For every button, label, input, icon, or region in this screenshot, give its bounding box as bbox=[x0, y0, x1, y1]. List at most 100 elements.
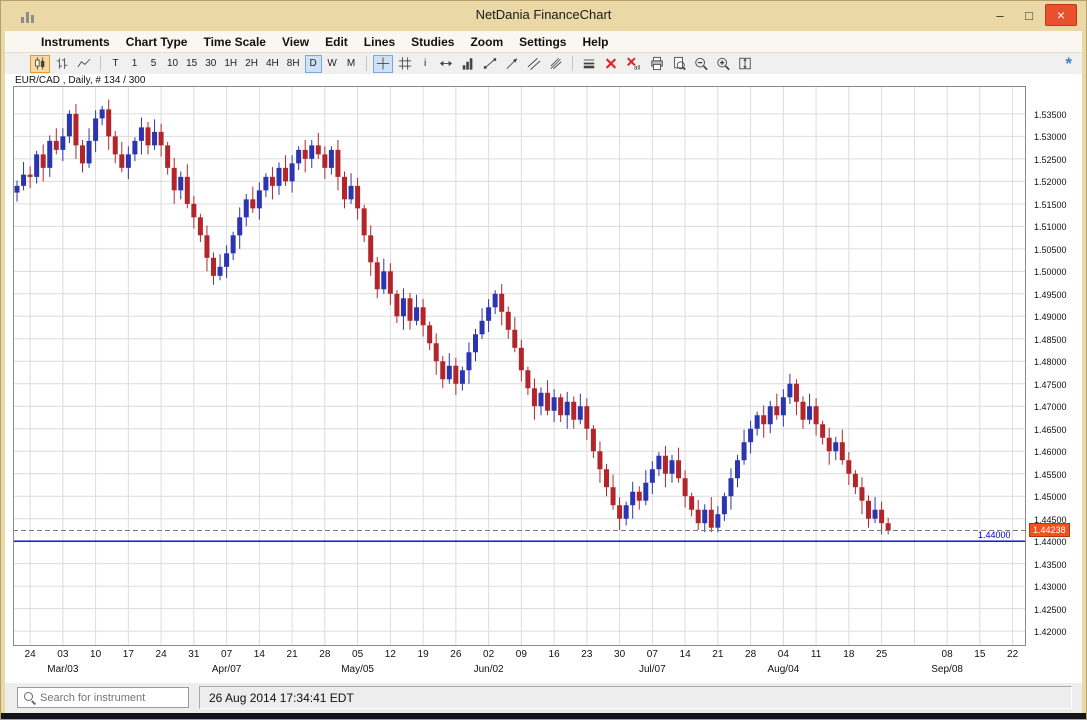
chart-type-line-button[interactable] bbox=[74, 55, 94, 73]
search-box bbox=[17, 687, 189, 708]
line-style-button[interactable] bbox=[579, 55, 599, 73]
x-axis-day-label: 16 bbox=[549, 649, 560, 660]
menu-zoom[interactable]: Zoom bbox=[462, 35, 511, 49]
scroll-tool-button[interactable] bbox=[436, 55, 456, 73]
timeframe-30m-button[interactable]: 30 bbox=[202, 55, 219, 73]
toolbar-separator bbox=[572, 56, 573, 71]
chart-type-candlestick-button[interactable] bbox=[30, 55, 50, 73]
zoom-out-icon bbox=[694, 56, 708, 71]
timeframe-15m-button[interactable]: 15 bbox=[183, 55, 200, 73]
timeframe-10m-button[interactable]: 10 bbox=[164, 55, 181, 73]
menu-settings[interactable]: Settings bbox=[511, 35, 574, 49]
line-style-icon bbox=[582, 56, 596, 71]
chart-instrument-label: EUR/CAD , Daily, # 134 / 300 bbox=[15, 75, 145, 86]
timeframe-weekly-button[interactable]: W bbox=[324, 55, 341, 73]
crosshair-tool-button[interactable] bbox=[373, 55, 393, 73]
delete-all-button[interactable]: all bbox=[623, 55, 645, 73]
y-axis-label: 1.43000 bbox=[1034, 582, 1067, 592]
y-axis-label: 1.52500 bbox=[1034, 155, 1067, 165]
x-axis-day-label: 18 bbox=[843, 649, 854, 660]
x-axis-day-label: 12 bbox=[385, 649, 396, 660]
bottom-edge-strip bbox=[1, 713, 1086, 720]
minimize-button[interactable]: – bbox=[987, 4, 1013, 26]
timeframe-daily-button[interactable]: D bbox=[305, 55, 322, 73]
menu-lines[interactable]: Lines bbox=[356, 35, 403, 49]
menu-chart-type[interactable]: Chart Type bbox=[118, 35, 196, 49]
x-axis-day-label: 25 bbox=[876, 649, 887, 660]
zoom-in-button[interactable] bbox=[713, 55, 733, 73]
timeframe-tick-button[interactable]: T bbox=[107, 55, 124, 73]
y-axis-label: 1.43500 bbox=[1034, 560, 1067, 570]
x-axis-day-label: 04 bbox=[778, 649, 789, 660]
hline-price-label: 1.44000 bbox=[978, 530, 1011, 540]
y-axis: 1.420001.425001.430001.435001.440001.445… bbox=[1028, 86, 1083, 646]
menu-help[interactable]: Help bbox=[574, 35, 616, 49]
x-axis-day-label: 24 bbox=[156, 649, 167, 660]
volume-toggle-button[interactable] bbox=[458, 55, 478, 73]
x-axis-day-label: 15 bbox=[974, 649, 985, 660]
x-axis-day-label: 24 bbox=[25, 649, 36, 660]
y-axis-label: 1.45000 bbox=[1034, 492, 1067, 502]
chart-type-bars-button[interactable] bbox=[52, 55, 72, 73]
menu-time-scale[interactable]: Time Scale bbox=[195, 35, 273, 49]
menu-edit[interactable]: Edit bbox=[317, 35, 356, 49]
x-axis-day-label: 21 bbox=[287, 649, 298, 660]
y-axis-label: 1.45500 bbox=[1034, 470, 1067, 480]
pitchfork-tool-button[interactable] bbox=[546, 55, 566, 73]
menu-view[interactable]: View bbox=[274, 35, 317, 49]
window-controls: – □ × bbox=[987, 4, 1077, 26]
timeframe-5m-button[interactable]: 5 bbox=[145, 55, 162, 73]
x-axis-day-label: 08 bbox=[942, 649, 953, 660]
y-axis-label: 1.47000 bbox=[1034, 402, 1067, 412]
y-axis-label: 1.48000 bbox=[1034, 357, 1067, 367]
x-axis-day-label: 21 bbox=[712, 649, 723, 660]
timeframe-1m-button[interactable]: 1 bbox=[126, 55, 143, 73]
y-axis-label: 1.44000 bbox=[1034, 537, 1067, 547]
trend-line-tool-button[interactable] bbox=[480, 55, 500, 73]
timeframe-8h-button[interactable]: 8H bbox=[284, 55, 303, 73]
zoom-reset-button[interactable] bbox=[735, 55, 755, 73]
ray-line-tool-button[interactable] bbox=[502, 55, 522, 73]
timeframe-4h-button[interactable]: 4H bbox=[263, 55, 282, 73]
x-axis-day-label: 28 bbox=[319, 649, 330, 660]
chart-plot[interactable]: 1.44000 bbox=[13, 86, 1026, 646]
x-axis-day-label: 22 bbox=[1007, 649, 1018, 660]
grid-toggle-button[interactable] bbox=[395, 55, 415, 73]
x-axis-month-label: Apr/07 bbox=[212, 664, 241, 675]
timeframe-monthly-button[interactable]: M bbox=[343, 55, 360, 73]
toolbar-separator bbox=[366, 56, 367, 71]
x-axis-day-label: 30 bbox=[614, 649, 625, 660]
y-axis-label: 1.51000 bbox=[1034, 222, 1067, 232]
info-tool-button[interactable]: i bbox=[417, 55, 434, 73]
print-button[interactable] bbox=[647, 55, 667, 73]
svg-text:all: all bbox=[634, 65, 640, 71]
pitchfork-tool-icon bbox=[549, 56, 563, 71]
brand-button[interactable]: * bbox=[1065, 54, 1072, 74]
time-panel: 26 Aug 2014 17:34:41 EDT bbox=[199, 686, 1072, 709]
channel-tool-button[interactable] bbox=[524, 55, 544, 73]
timeframe-1h-button[interactable]: 1H bbox=[221, 55, 240, 73]
chart-type-candlestick-icon bbox=[33, 56, 47, 71]
x-axis-month-label: Mar/03 bbox=[47, 664, 78, 675]
search-icon bbox=[24, 692, 36, 704]
menu-studies[interactable]: Studies bbox=[403, 35, 462, 49]
y-axis-label: 1.47500 bbox=[1034, 380, 1067, 390]
x-axis-day-label: 11 bbox=[811, 649, 821, 660]
channel-tool-icon bbox=[527, 56, 541, 71]
delete-selected-button[interactable] bbox=[601, 55, 621, 73]
toolbar-buttons: T151015301H2H4H8HDWMiall bbox=[29, 53, 756, 74]
volume-toggle-icon bbox=[461, 56, 475, 71]
search-input[interactable] bbox=[40, 692, 188, 704]
x-axis-month-label: Sep/08 bbox=[931, 664, 963, 675]
status-bar: 26 Aug 2014 17:34:41 EDT bbox=[5, 683, 1082, 713]
y-axis-label: 1.49000 bbox=[1034, 312, 1067, 322]
print-preview-icon bbox=[672, 56, 686, 71]
y-axis-label: 1.53500 bbox=[1034, 110, 1067, 120]
menu-instruments[interactable]: Instruments bbox=[33, 35, 118, 49]
y-axis-label: 1.46000 bbox=[1034, 447, 1067, 457]
zoom-out-button[interactable] bbox=[691, 55, 711, 73]
close-button[interactable]: × bbox=[1045, 4, 1077, 26]
timeframe-2h-button[interactable]: 2H bbox=[242, 55, 261, 73]
maximize-button[interactable]: □ bbox=[1016, 4, 1042, 26]
print-preview-button[interactable] bbox=[669, 55, 689, 73]
